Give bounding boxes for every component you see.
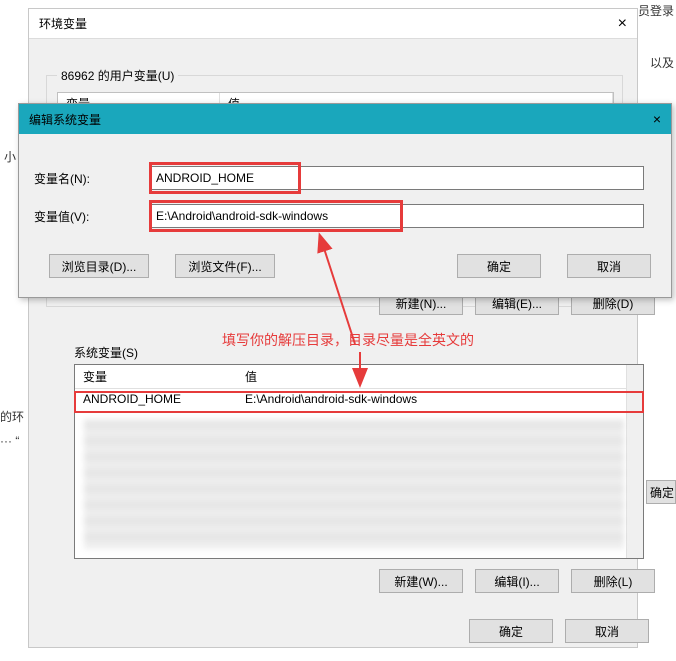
var-name-label: 变量名(N):: [34, 170, 149, 187]
ok-button[interactable]: 确定: [457, 254, 541, 278]
col-var: 变量: [75, 365, 237, 388]
edit-sysvar-dialog: 编辑系统变量 × 变量名(N): 变量值(V): 浏览目录(D)... 浏览文件…: [18, 103, 672, 298]
outer-ok-label: 确定: [650, 484, 674, 501]
fragment-text: 小: [4, 148, 16, 165]
edit-sysvar-title: 编辑系统变量: [29, 111, 101, 128]
scrollbar[interactable]: [626, 365, 643, 558]
cancel-button[interactable]: 取消: [565, 619, 649, 643]
fragment-text: ··· “: [0, 434, 19, 448]
close-icon[interactable]: ×: [618, 9, 627, 38]
system-vars-label: 系统变量(S): [74, 344, 138, 361]
cancel-button[interactable]: 取消: [567, 254, 651, 278]
browse-buttons: 浏览目录(D)... 浏览文件(F)...: [49, 254, 275, 278]
env-vars-title: 环境变量: [39, 9, 87, 38]
fragment-text: 以及: [650, 54, 674, 71]
browse-file-button[interactable]: 浏览文件(F)...: [175, 254, 275, 278]
var-name-row: 变量名(N):: [34, 166, 644, 190]
ok-button[interactable]: 确定: [469, 619, 553, 643]
col-val: 值: [237, 365, 643, 388]
edit-sysvar-titlebar: 编辑系统变量 ×: [19, 104, 671, 134]
system-vars-buttons: 新建(W)... 编辑(I)... 删除(L): [379, 569, 655, 593]
okcancel-buttons: 确定 取消: [457, 254, 651, 278]
blurred-rows: [84, 419, 624, 549]
env-vars-titlebar: 环境变量 ×: [29, 9, 637, 39]
user-vars-label: 86962 的用户变量(U): [57, 67, 178, 84]
cell-val: E:\Android\android-sdk-windows: [237, 389, 643, 409]
fragment-text: 的环: [0, 408, 24, 425]
dialog-buttons: 确定 取消: [469, 619, 649, 643]
close-icon[interactable]: ×: [653, 111, 661, 127]
system-vars-header: 变量 值: [75, 365, 643, 389]
browse-dir-button[interactable]: 浏览目录(D)...: [49, 254, 149, 278]
annotation-text: 填写你的解压目录，目录尽量是全英文的: [222, 330, 474, 350]
table-row[interactable]: ANDROID_HOME E:\Android\android-sdk-wind…: [75, 389, 643, 409]
outer-ok-button[interactable]: 确定: [646, 480, 676, 504]
highlight-var-name: [149, 162, 301, 194]
sys-delete-button[interactable]: 删除(L): [571, 569, 655, 593]
fragment-text: 员登录: [638, 2, 674, 19]
sys-new-button[interactable]: 新建(W)...: [379, 569, 463, 593]
sys-edit-button[interactable]: 编辑(I)...: [475, 569, 559, 593]
highlight-var-value: [149, 200, 403, 232]
cell-var: ANDROID_HOME: [75, 389, 237, 409]
var-value-label: 变量值(V):: [34, 208, 149, 225]
